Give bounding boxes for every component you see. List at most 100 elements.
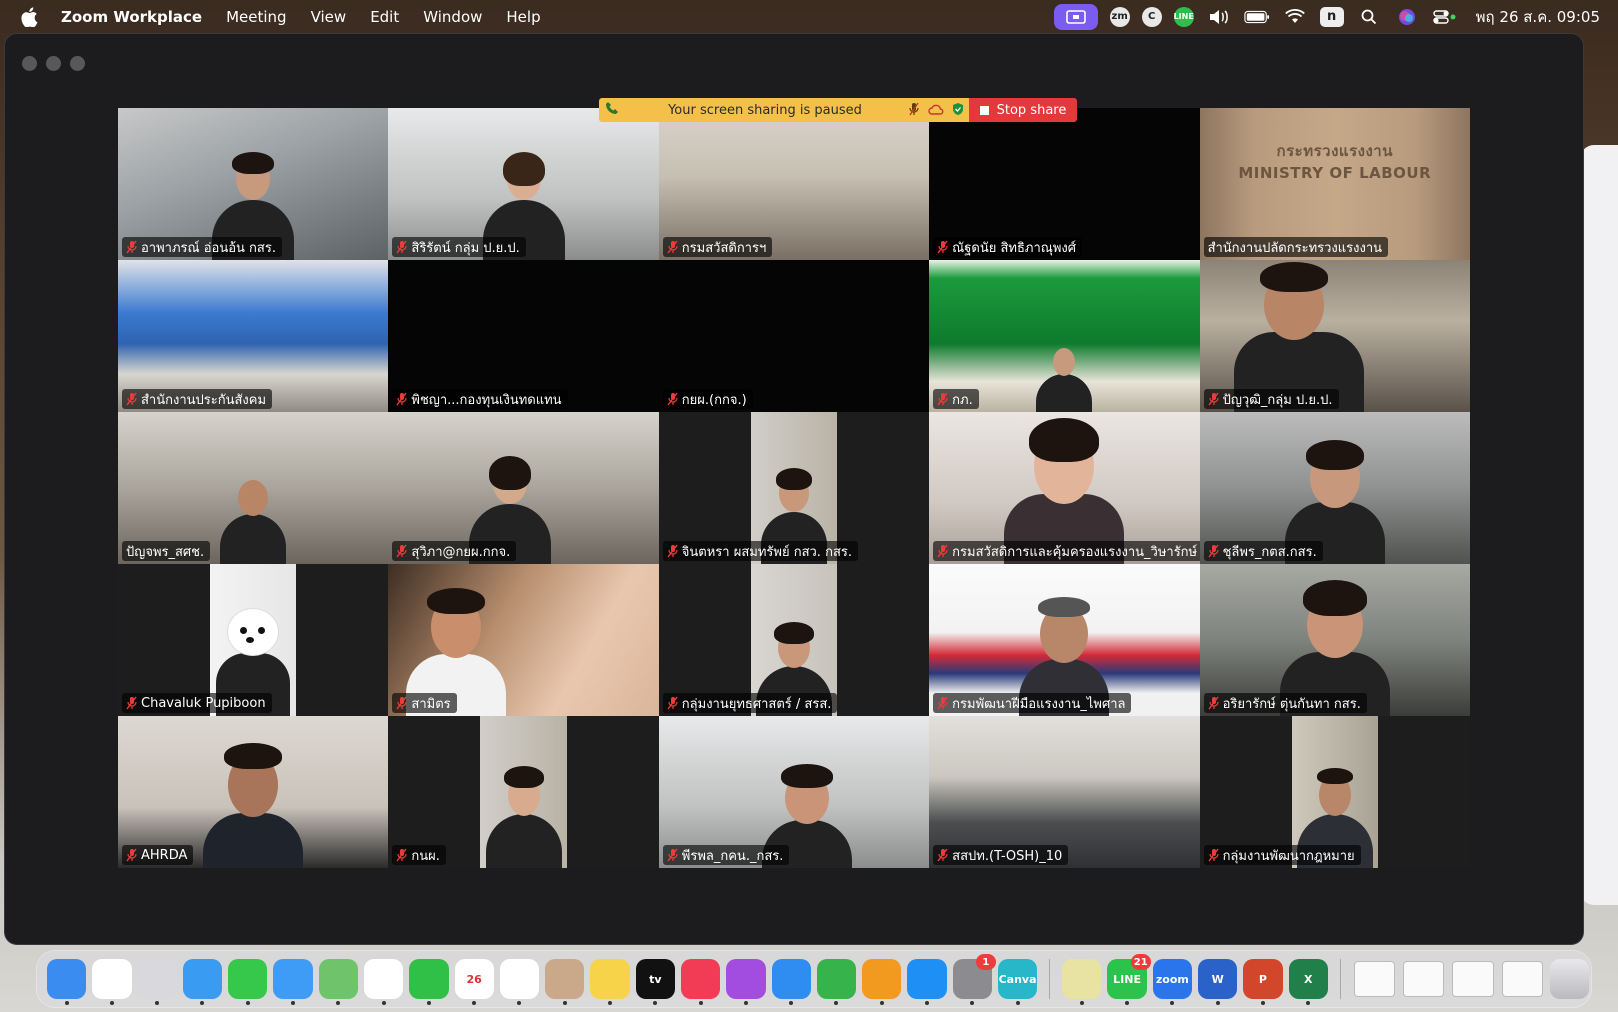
reminders-icon[interactable]: [499, 959, 540, 1005]
chrome-icon[interactable]: [92, 959, 132, 1005]
mail-icon[interactable]: [273, 959, 313, 1005]
participant-tile[interactable]: กรมสวัสดิการฯ: [658, 108, 930, 260]
participant-tile[interactable]: กภ.: [929, 260, 1200, 412]
participant-tile[interactable]: พีรพล_กคน._กสร.: [658, 716, 930, 868]
mic-muted-icon: [937, 696, 948, 710]
trash-icon[interactable]: [1549, 959, 1590, 999]
stop-square-icon: [979, 105, 989, 115]
finder-icon[interactable]: [47, 959, 87, 1005]
minimized-window-thumbnail[interactable]: [1502, 962, 1542, 996]
participant-name: กรมพัฒนาฝีมือแรงงาน_ไพศาล: [952, 696, 1126, 712]
screen-share-icon[interactable]: [1053, 3, 1098, 30]
word-icon[interactable]: W: [1198, 959, 1238, 1005]
volume-icon[interactable]: [1206, 6, 1232, 28]
participant-tile[interactable]: ชุลีพร_กตส.กสร.: [1199, 412, 1470, 564]
canva-icon[interactable]: Canva: [997, 959, 1038, 1005]
minimize-window-button[interactable]: [46, 56, 61, 71]
menu-help[interactable]: Help: [506, 8, 540, 26]
cloud-record-icon[interactable]: [925, 103, 947, 118]
participant-tile[interactable]: สามิตร: [388, 564, 659, 716]
running-indicator: [1215, 1001, 1220, 1005]
stop-share-button[interactable]: Stop share: [969, 98, 1077, 122]
menu-window[interactable]: Window: [423, 8, 482, 26]
ministry-sign-english: MINISTRY OF LABOUR: [1238, 164, 1432, 182]
participant-tile[interactable]: Chavaluk Pupiboon: [118, 564, 389, 716]
excel-icon[interactable]: X: [1288, 959, 1328, 1005]
participant-tile[interactable]: อาพาภรณ์ อ่อนอ้น กสร.: [118, 108, 389, 260]
facetime-icon[interactable]: [409, 959, 449, 1005]
c-icon[interactable]: C: [1141, 6, 1162, 27]
participant-tile[interactable]: สำนักงานประกันสังคม: [118, 260, 389, 412]
participant-nameplate: อริยารักษ์ ตุ่นกันทา กสร.: [1203, 693, 1367, 713]
close-window-button[interactable]: [22, 56, 37, 71]
line-icon[interactable]: LINE: [1174, 6, 1194, 27]
messages-icon[interactable]: [228, 959, 268, 1005]
participant-tile[interactable]: กนผ.: [388, 716, 659, 868]
menu-edit[interactable]: Edit: [370, 8, 399, 26]
photos-icon[interactable]: [363, 959, 404, 1005]
mic-muted-icon: [1208, 848, 1219, 862]
participant-tile[interactable]: ณัฐดนัย สิทธิภาณุพงศ์: [929, 108, 1200, 260]
security-shield-icon[interactable]: [947, 102, 969, 119]
zoom-icon[interactable]: zoom: [1152, 959, 1193, 1005]
participant-nameplate: กยผ.(กกจ.): [662, 389, 753, 409]
maps-icon[interactable]: [318, 959, 358, 1005]
music-icon[interactable]: [680, 959, 721, 1005]
control-center-icon[interactable]: [1432, 6, 1458, 28]
preview-icon[interactable]: [1062, 959, 1102, 1005]
apple-menu-icon[interactable]: [21, 6, 41, 27]
app-name-menu[interactable]: Zoom Workplace: [61, 8, 202, 26]
participant-tile[interactable]: กลุ่มงานพัฒนากฎหมาย: [1199, 716, 1470, 868]
line-icon[interactable]: LINE 21: [1107, 954, 1151, 1005]
running-indicator: [834, 1001, 839, 1005]
participant-tile[interactable]: กรมสวัสดิการและคุ้มครองแรงงาน_วิษารักษ์: [929, 412, 1200, 564]
participant-tile[interactable]: ปัญวุฒิ_กลุ่ม ป.ย.ป.: [1199, 260, 1470, 412]
mic-muted-icon[interactable]: [903, 102, 925, 119]
app-store-icon[interactable]: [907, 959, 947, 1005]
participant-tile[interactable]: กรมพัฒนาฝีมือแรงงาน_ไพศาล: [929, 564, 1200, 716]
keynote-icon[interactable]: [771, 959, 811, 1005]
minimized-window-thumbnail[interactable]: [1354, 962, 1395, 996]
mic-muted-icon: [396, 696, 407, 710]
participant-tile[interactable]: กยผ.(กกจ.): [658, 260, 930, 412]
participant-tile[interactable]: สิริรัตน์ กลุ่ม ป.ย.ป.: [388, 108, 659, 260]
participant-tile[interactable]: กลุ่มงานยุทธศาสตร์ / สรส.: [658, 564, 930, 716]
podcasts-icon[interactable]: [726, 959, 766, 1005]
safari-icon[interactable]: [182, 959, 223, 1005]
mic-muted-icon: [667, 544, 678, 558]
zoom-window-button[interactable]: [70, 56, 85, 71]
numbers-icon[interactable]: [816, 959, 857, 1005]
zoom-icon[interactable]: zm: [1109, 6, 1130, 27]
participant-tile[interactable]: สสปท.(T-OSH)_10: [929, 716, 1200, 868]
n-icon[interactable]: n: [1319, 6, 1344, 27]
share-status-bar[interactable]: Your screen sharing is paused: [599, 98, 969, 122]
running-indicator: [1079, 1001, 1084, 1005]
wifi-icon[interactable]: [1282, 6, 1308, 28]
launchpad-icon[interactable]: [137, 959, 177, 1005]
calendar-icon[interactable]: 26: [454, 959, 494, 1005]
minimized-window-thumbnail[interactable]: [1404, 962, 1444, 996]
active-speaker-tile[interactable]: กระทรวงแรงงาน MINISTRY OF LABOUR สำนักงา…: [1199, 108, 1470, 260]
spotlight-search-icon[interactable]: [1356, 6, 1382, 28]
excel-label: X: [1303, 972, 1313, 986]
powerpoint-icon[interactable]: P: [1243, 959, 1283, 1005]
system-settings-icon[interactable]: 1: [952, 954, 996, 1005]
menu-view[interactable]: View: [311, 8, 347, 26]
apple-tv-icon[interactable]: tv: [635, 959, 675, 1005]
participant-tile[interactable]: พิชญา...กองทุนเงินทดแทน: [388, 260, 659, 412]
participant-tile[interactable]: AHRDA: [118, 716, 389, 868]
contacts-icon[interactable]: [545, 959, 585, 1005]
menu-bar-clock[interactable]: พฤ 26 ส.ค. 09:05: [1476, 5, 1600, 29]
participant-tile[interactable]: สุวิภา@กยผ.กกจ.: [388, 412, 659, 564]
participant-tile[interactable]: จินตหรา ผสมทรัพย์ กสว. กสร.: [658, 412, 930, 564]
pages-icon[interactable]: [862, 959, 902, 1005]
participant-tile[interactable]: ปัญจพร_สศช.: [118, 412, 389, 564]
battery-icon[interactable]: [1244, 6, 1270, 28]
running-indicator: [879, 1001, 884, 1005]
siri-icon[interactable]: [1394, 6, 1420, 28]
mic-muted-icon: [396, 544, 407, 558]
participant-tile[interactable]: อริยารักษ์ ตุ่นกันทา กสร.: [1199, 564, 1470, 716]
menu-meeting[interactable]: Meeting: [226, 8, 286, 26]
minimized-window-thumbnail[interactable]: [1453, 962, 1493, 996]
notes-icon[interactable]: [590, 959, 630, 1005]
